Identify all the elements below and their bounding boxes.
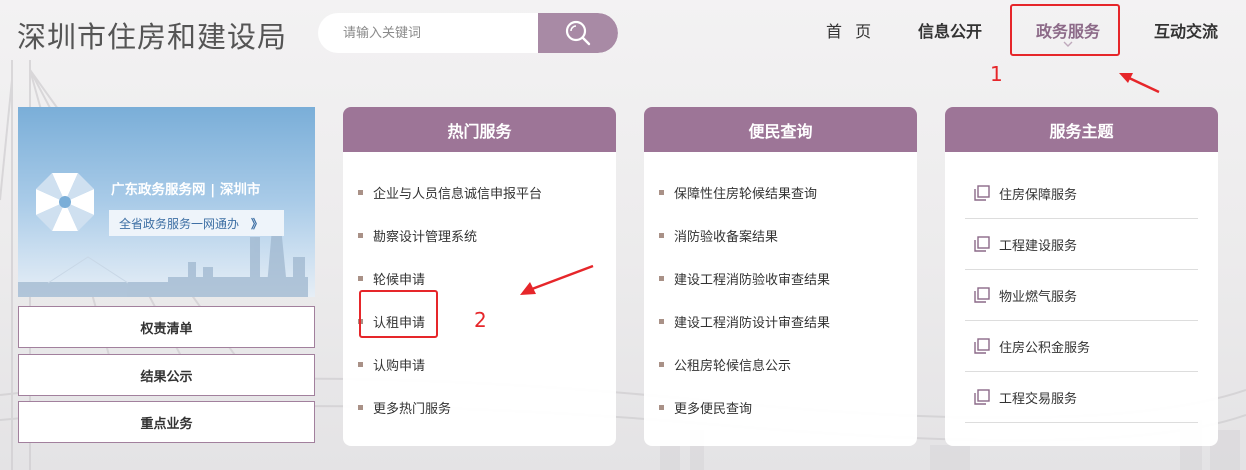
side-button-responsibility-list[interactable]: 权责清单 <box>18 306 315 348</box>
list-item[interactable]: 企业与人员信息诚信申报平台 <box>343 171 616 214</box>
copy-icon <box>974 389 990 405</box>
panel-title: 热门服务 <box>343 107 616 152</box>
bullet-icon <box>659 233 664 238</box>
list-item-label: 企业与人员信息诚信申报平台 <box>373 187 543 202</box>
bullet-icon <box>358 405 363 410</box>
search-input[interactable] <box>318 13 538 53</box>
list-item[interactable]: 建设工程消防验收审查结果 <box>644 257 917 300</box>
bullet-icon <box>358 233 363 238</box>
pinwheel-logo-icon <box>36 173 94 231</box>
topic-item-label: 物业燃气服务 <box>999 289 1078 305</box>
topic-item-label: 工程交易服务 <box>999 391 1078 407</box>
nav-interaction[interactable]: 互动交流 <box>1154 18 1218 42</box>
list-item-label: 保障性住房轮候结果查询 <box>674 187 818 202</box>
topic-item-label: 住房保障服务 <box>999 187 1078 203</box>
banner-subtitle[interactable]: 全省政务服务一网通办 》 <box>109 210 284 236</box>
bullet-icon <box>659 276 664 281</box>
topic-item[interactable]: 工程建设服务 <box>965 219 1198 270</box>
nav-info-disclosure[interactable]: 信息公开 <box>918 18 982 42</box>
list-item[interactable]: 更多便民查询 <box>644 386 917 429</box>
list-item-label: 勘察设计管理系统 <box>373 230 478 245</box>
list-item[interactable]: 消防验收备案结果 <box>644 214 917 257</box>
side-button-result-publicity[interactable]: 结果公示 <box>18 354 315 396</box>
copy-icon <box>974 287 990 303</box>
gd-gov-service-banner[interactable]: 广东政务服务网 | 深圳市 全省政务服务一网通办 》 <box>18 107 315 297</box>
list-item-label: 轮候申请 <box>373 273 426 288</box>
banner-subtitle-text: 全省政务服务一网通办 <box>119 216 240 231</box>
search-bar <box>318 13 618 53</box>
bullet-icon <box>358 190 363 195</box>
panel-title: 便民查询 <box>644 107 917 152</box>
search-button[interactable] <box>538 13 618 53</box>
topic-item-label: 工程建设服务 <box>999 238 1078 254</box>
side-button-key-business[interactable]: 重点业务 <box>18 401 315 443</box>
highlight-box-gov-services <box>1010 4 1120 56</box>
copy-icon <box>974 338 990 354</box>
list-item-label: 消防验收备案结果 <box>674 230 779 245</box>
list-item[interactable]: 勘察设计管理系统 <box>343 214 616 257</box>
banner-title: 广东政务服务网 | 深圳市 <box>111 182 261 198</box>
list-item[interactable]: 保障性住房轮候结果查询 <box>644 171 917 214</box>
service-topics-panel: 服务主题 住房保障服务 工程建设服务 物业燃气服务 住房公积金服务 工程交易服务 <box>945 107 1218 446</box>
double-chevron-right-icon: 》 <box>251 216 264 231</box>
list-item[interactable]: 更多热门服务 <box>343 386 616 429</box>
highlight-box-rent-application <box>359 290 438 338</box>
annotation-marker-1: 1 <box>990 62 1003 86</box>
list-item-label: 认购申请 <box>373 359 426 374</box>
list-item[interactable]: 认购申请 <box>343 343 616 386</box>
bullet-icon <box>358 362 363 367</box>
topic-item-label: 住房公积金服务 <box>999 340 1091 356</box>
annotation-arrow-2 <box>520 264 594 295</box>
nav-home[interactable]: 首 页 <box>826 18 875 42</box>
bullet-icon <box>358 276 363 281</box>
copy-icon <box>974 185 990 201</box>
bullet-icon <box>659 190 664 195</box>
copy-icon <box>974 236 990 252</box>
list-item-label: 公租房轮候信息公示 <box>674 359 792 374</box>
site-title[interactable]: 深圳市住房和建设局 <box>17 14 287 56</box>
list-item[interactable]: 建设工程消防设计审查结果 <box>644 300 917 343</box>
public-query-panel: 便民查询 保障性住房轮候结果查询 消防验收备案结果 建设工程消防验收审查结果 建… <box>644 107 917 446</box>
annotation-marker-2: 2 <box>474 308 487 332</box>
topic-item[interactable]: 住房公积金服务 <box>965 321 1198 372</box>
panel-title: 服务主题 <box>945 107 1218 152</box>
bullet-icon <box>659 362 664 367</box>
topic-item[interactable]: 物业燃气服务 <box>965 270 1198 321</box>
bullet-icon <box>659 319 664 324</box>
topic-item[interactable]: 工程交易服务 <box>965 372 1198 423</box>
list-item-label: 建设工程消防验收审查结果 <box>674 273 831 288</box>
list-item-label: 更多便民查询 <box>674 402 753 417</box>
list-item[interactable]: 公租房轮候信息公示 <box>644 343 917 386</box>
topic-item[interactable]: 住房保障服务 <box>965 168 1198 219</box>
list-item-label: 更多热门服务 <box>373 402 452 417</box>
search-icon <box>565 20 591 46</box>
annotation-arrow-1 <box>1119 73 1160 94</box>
list-item-label: 建设工程消防设计审查结果 <box>674 316 831 331</box>
bullet-icon <box>659 405 664 410</box>
